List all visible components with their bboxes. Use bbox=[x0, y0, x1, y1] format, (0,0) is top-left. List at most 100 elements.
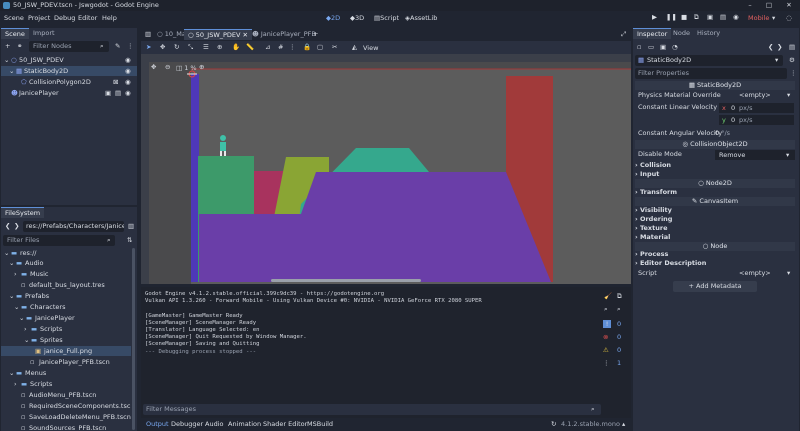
play-custom-icon[interactable]: ▤ bbox=[720, 13, 726, 21]
visibility-eye-icon[interactable]: ◉ bbox=[125, 77, 131, 87]
tab-filesystem[interactable]: FileSystem bbox=[1, 207, 45, 218]
remote-debug-icon[interactable]: ⧉ bbox=[694, 13, 699, 22]
maximize-icon[interactable]: □ bbox=[763, 0, 775, 11]
group-visibility[interactable]: › Visibility bbox=[635, 206, 795, 215]
select-tool-icon[interactable]: ➤ bbox=[146, 43, 151, 51]
tab-history[interactable]: History bbox=[693, 28, 724, 39]
file-row[interactable]: › ▬ Scripts bbox=[1, 324, 131, 334]
menu-icon[interactable]: ⋮ bbox=[127, 42, 134, 50]
filter-messages-input[interactable]: Filter Messages ⌕ bbox=[143, 404, 601, 415]
tab-50-jsw-pdev[interactable]: ○ 50_JSW_PDEV ✕ bbox=[184, 29, 252, 40]
error-icon[interactable]: ⊗ bbox=[603, 333, 608, 341]
linear-velocity-x-field[interactable]: x 0 px/s bbox=[719, 103, 794, 113]
file-row[interactable]: › ▬ Scripts bbox=[1, 379, 131, 389]
scale-tool-icon[interactable]: ⤡ bbox=[188, 43, 193, 52]
file-row[interactable]: ▫ default_bus_layout.tres bbox=[1, 280, 131, 290]
angular-velocity-field[interactable]: 0 °/s bbox=[715, 129, 730, 138]
tab-import[interactable]: Import bbox=[29, 28, 59, 39]
split-icon[interactable]: ▥ bbox=[128, 222, 134, 230]
file-row[interactable]: ⌄ ▬ Prefabs bbox=[1, 291, 131, 301]
workspace-3d[interactable]: ◆3D bbox=[350, 14, 364, 22]
renderer-select[interactable]: Mobile bbox=[748, 14, 769, 22]
file-row[interactable]: ⌄ ▬ res:// bbox=[1, 248, 131, 258]
ruler-tool-icon[interactable]: 📏 bbox=[246, 43, 254, 51]
linear-velocity-y-field[interactable]: y 0 px/s bbox=[719, 115, 794, 125]
tab-scene[interactable]: Scene bbox=[1, 28, 29, 39]
tools-icon[interactable]: ◔ bbox=[672, 43, 678, 51]
group-process[interactable]: › Process bbox=[635, 250, 795, 259]
menu-project[interactable]: Project bbox=[28, 14, 50, 22]
camera-icon[interactable]: ◭ bbox=[352, 43, 357, 51]
filter-properties-input[interactable]: Filter Properties bbox=[635, 68, 787, 79]
group-material[interactable]: › Material bbox=[635, 233, 795, 242]
pan-tool-icon[interactable]: ✋ bbox=[232, 43, 240, 51]
play-icon[interactable]: ▶ bbox=[652, 13, 657, 21]
scene-list-icon[interactable]: ▥ bbox=[145, 30, 151, 38]
rotate-tool-icon[interactable]: ↻ bbox=[174, 43, 179, 51]
file-scrollbar[interactable] bbox=[132, 248, 135, 430]
script-icon[interactable]: ▤ bbox=[115, 88, 121, 98]
zoom-out-icon[interactable]: ⊖ bbox=[165, 63, 170, 71]
file-row[interactable]: ⌄ ▬ Audio bbox=[1, 258, 131, 268]
group-icon[interactable]: ▢ bbox=[317, 43, 323, 51]
group-ordering[interactable]: › Ordering bbox=[635, 215, 795, 224]
menu-scene[interactable]: Scene bbox=[4, 14, 24, 22]
log-icon[interactable]: ! bbox=[603, 320, 611, 328]
file-row-selected[interactable]: ▣ janice_Full.png bbox=[1, 346, 131, 356]
attach-script-icon[interactable]: ✎ bbox=[115, 42, 120, 50]
group-input[interactable]: › Input bbox=[635, 170, 795, 179]
file-row[interactable]: ▫ AudioMenu_PFB.tscn bbox=[1, 390, 131, 400]
chevron-down-icon[interactable]: ▾ bbox=[787, 91, 790, 100]
path-field[interactable]: res://Prefabs/Characters/JanicePlaye bbox=[23, 221, 124, 232]
file-row[interactable]: ▫ RequiredSceneComponents.tscn bbox=[1, 401, 131, 411]
disable-mode-select[interactable]: Remove ▾ bbox=[715, 150, 795, 160]
history-forward-icon[interactable]: ❯ bbox=[777, 43, 782, 51]
node-selector[interactable]: ▦ StaticBody2D ▾ bbox=[635, 55, 783, 66]
move-tool-icon[interactable]: ✥ bbox=[160, 43, 165, 51]
tab-shader-editor[interactable]: Shader Editor bbox=[263, 420, 307, 428]
filter-files-input[interactable]: Filter Files ⌕ bbox=[3, 235, 115, 246]
save-icon[interactable]: ▣ bbox=[660, 43, 666, 51]
tree-row-collision[interactable]: ⬠ CollisionPolygon2D ⊠ ◉ bbox=[1, 77, 137, 87]
visibility-eye-icon[interactable]: ◉ bbox=[125, 88, 131, 98]
group-transform[interactable]: › Transform bbox=[635, 188, 795, 197]
sort-icon[interactable]: ⇅ bbox=[127, 236, 132, 244]
warning-icon[interactable]: ⚠ bbox=[603, 346, 609, 354]
distraction-free-icon[interactable]: ⤢ bbox=[621, 30, 626, 39]
group-collision[interactable]: › Collision bbox=[635, 161, 795, 170]
movie-icon[interactable]: ◉ bbox=[733, 13, 739, 21]
pause-icon[interactable]: ❚❚ bbox=[666, 13, 677, 21]
workspace-assetlib[interactable]: ◈AssetLib bbox=[405, 14, 437, 22]
settings-icon[interactable]: ⚙ bbox=[789, 56, 795, 64]
clear-icon[interactable]: 🧹 bbox=[604, 292, 612, 300]
search-icon[interactable]: ⌕ bbox=[604, 305, 608, 314]
list-tool-icon[interactable]: ☰ bbox=[203, 43, 209, 51]
menu-editor[interactable]: Editor bbox=[78, 14, 97, 22]
file-row[interactable]: ▫ JanicePlayer_PFB.tscn bbox=[1, 357, 131, 367]
file-row[interactable]: › ▬ Music bbox=[1, 269, 131, 279]
zoom-in-icon[interactable]: ⊕ bbox=[199, 63, 204, 71]
tab-node[interactable]: Node bbox=[669, 28, 694, 39]
file-row[interactable]: ▫ SoundSources_PFB.tscn bbox=[1, 423, 131, 431]
file-row[interactable]: ⌄ ▬ Sprites bbox=[1, 335, 131, 345]
add-tab-icon[interactable]: + bbox=[313, 30, 318, 38]
tab-output[interactable]: Output bbox=[146, 420, 169, 428]
tab-debugger[interactable]: Debugger bbox=[171, 420, 203, 428]
tab-inspector[interactable]: Inspector bbox=[633, 28, 672, 39]
tab-animation[interactable]: Animation bbox=[228, 420, 261, 428]
menu-debug[interactable]: Debug bbox=[54, 14, 75, 22]
warning-icon[interactable]: ⊠ bbox=[113, 77, 118, 87]
tab-janiceplayer[interactable]: ☻ JanicePlayer_PFB bbox=[248, 29, 320, 40]
snap-icon[interactable]: ⊿ bbox=[265, 43, 270, 51]
tree-row-staticbody[interactable]: ⌄ ▦ StaticBody2D ◉ bbox=[1, 66, 137, 76]
file-row[interactable]: ⌄ ▬ JanicePlayer bbox=[1, 313, 131, 323]
group-editor-description[interactable]: › Editor Description bbox=[635, 259, 795, 268]
lock-icon[interactable]: 🔒 bbox=[303, 43, 311, 51]
menu-help[interactable]: Help bbox=[102, 14, 117, 22]
add-node-icon[interactable]: + bbox=[5, 42, 10, 50]
chevron-down-icon[interactable]: ▾ bbox=[787, 269, 790, 278]
message-icon[interactable]: ⋮ bbox=[603, 359, 610, 367]
panel-toggle-icon[interactable]: ▴ bbox=[622, 420, 625, 428]
stop-icon[interactable]: ■ bbox=[681, 13, 687, 21]
link-icon[interactable]: ⚭ bbox=[17, 42, 22, 50]
